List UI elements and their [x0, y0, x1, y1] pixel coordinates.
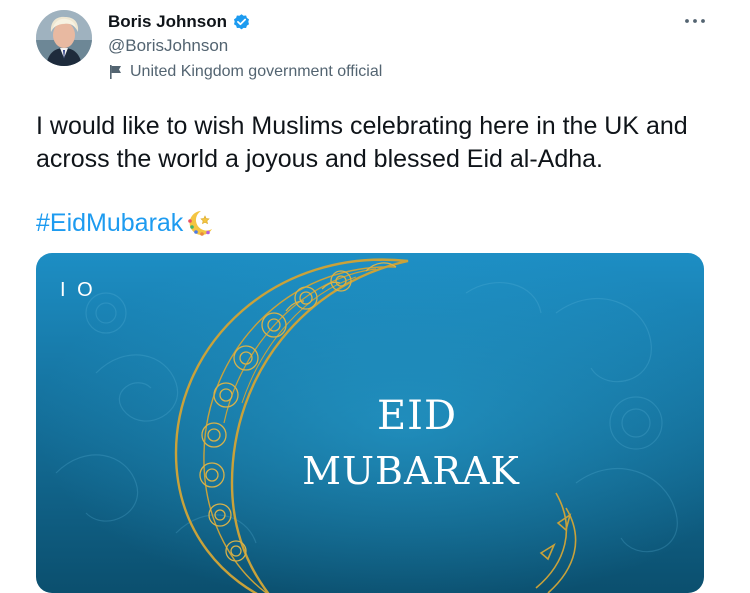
ellipsis-icon	[685, 19, 705, 23]
crescent-moon-star-icon	[184, 207, 216, 239]
author-display-name[interactable]: Boris Johnson	[108, 12, 227, 32]
hashtag-link[interactable]: #EidMubarak	[36, 209, 183, 238]
flag-icon	[108, 64, 124, 80]
affiliation-text: United Kingdom government official	[130, 63, 383, 80]
tweet-text: I would like to wish Muslims celebrating…	[36, 112, 688, 173]
author-handle[interactable]: @BorisJohnson	[108, 36, 228, 56]
tweet-image[interactable]: I O EID MUBARAK	[36, 253, 704, 593]
hashtag-row: #EidMubarak	[36, 206, 216, 240]
more-options-button[interactable]	[678, 8, 712, 34]
author-name-row: Boris Johnson	[108, 10, 251, 34]
author-avatar[interactable]	[36, 10, 92, 66]
greeting-line-eid: EID	[376, 393, 458, 439]
government-affiliation-label: United Kingdom government official	[108, 63, 382, 81]
greeting-line-mubarak: MUBARAK	[302, 449, 520, 493]
profile-photo-icon	[36, 10, 92, 66]
verified-badge-icon	[232, 13, 251, 32]
channel-logo: I O	[60, 279, 96, 301]
tweet-card: Boris Johnson @BorisJohnson United Kingd…	[0, 0, 750, 593]
